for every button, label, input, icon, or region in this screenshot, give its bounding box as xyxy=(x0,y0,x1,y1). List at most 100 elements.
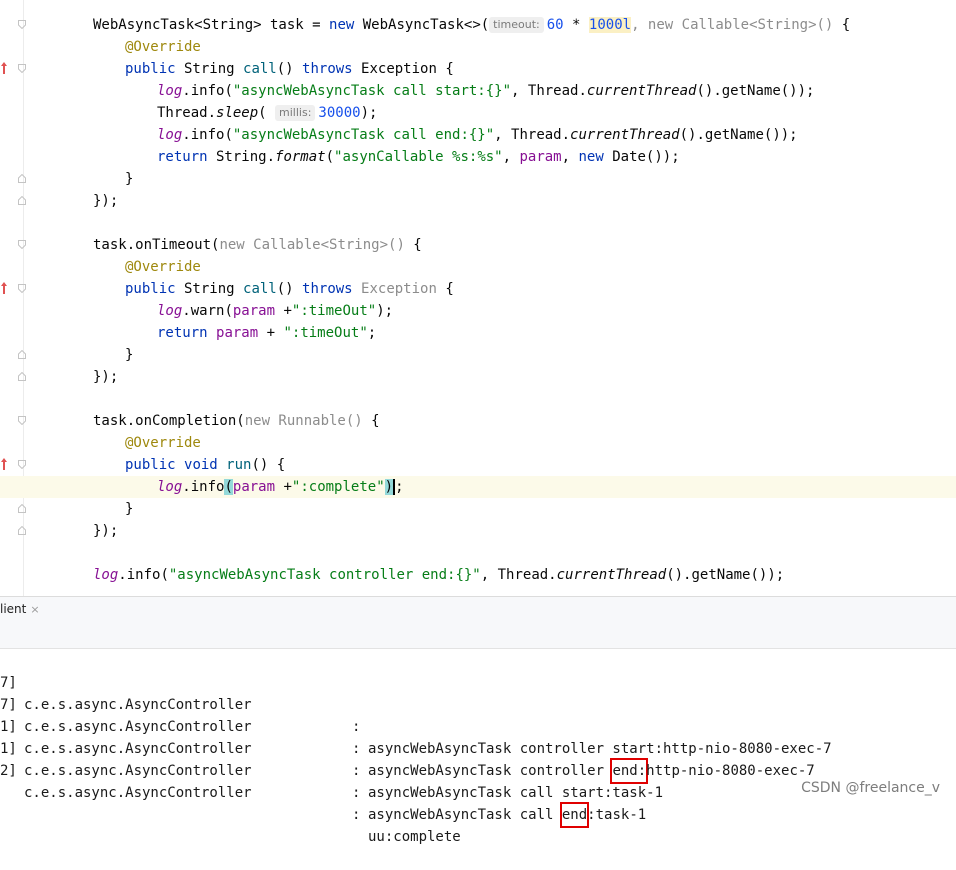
log-logger: c.e.s.async.AsyncController xyxy=(24,741,252,757)
fold-marker-icon[interactable] xyxy=(18,526,26,535)
fold-marker-icon[interactable] xyxy=(18,350,26,359)
annotation: @Override xyxy=(125,435,201,451)
code-line[interactable]: task.onTimeout(new Callable<String>() { xyxy=(0,234,956,256)
code-text: task.onTimeout( xyxy=(93,237,220,253)
fold-marker-icon[interactable] xyxy=(18,240,26,249)
code-line[interactable]: @Override xyxy=(0,36,956,58)
fold-marker-icon[interactable] xyxy=(18,64,26,73)
code-text: () xyxy=(276,61,303,77)
code-text: }); xyxy=(93,369,119,385)
code-line[interactable]: log.info("asyncWebAsyncTask call end:{}"… xyxy=(0,124,956,146)
keyword: void xyxy=(184,457,218,473)
code-text: WebAsyncTask<String> task = xyxy=(93,17,330,33)
fold-marker-icon[interactable] xyxy=(18,284,26,293)
code-text: .info( xyxy=(118,567,169,583)
matched-paren: ( xyxy=(224,479,233,495)
override-method-icon[interactable] xyxy=(0,456,8,472)
log-message-text: asyncWebAsyncTask controller xyxy=(368,763,613,779)
code-line[interactable]: log.info("asyncWebAsyncTask call start:{… xyxy=(0,80,956,102)
code-text: + xyxy=(275,303,292,319)
field-ref: log xyxy=(157,303,183,319)
fold-marker-icon[interactable] xyxy=(18,372,26,381)
fold-marker-icon[interactable] xyxy=(18,504,26,513)
code-text: ().getName()); xyxy=(679,127,798,143)
log-thread: 2] xyxy=(0,763,17,779)
matched-paren: ) xyxy=(384,479,394,495)
code-line[interactable]: @Override xyxy=(0,432,956,454)
code-line[interactable]: }); xyxy=(0,366,956,388)
method-name: run xyxy=(226,457,252,473)
field-ref: param xyxy=(216,325,259,341)
method-call: currentThread xyxy=(556,567,667,583)
code-line[interactable]: WebAsyncTask<String> task = new WebAsync… xyxy=(0,14,956,36)
fold-marker-icon[interactable] xyxy=(18,20,26,29)
code-line[interactable]: Thread.sleep( millis: 30000); xyxy=(0,102,956,124)
keyword: public xyxy=(125,61,176,77)
code-text: task.onCompletion( xyxy=(93,413,245,429)
log-separator: : xyxy=(352,741,361,757)
field-ref: log xyxy=(157,479,183,495)
keyword: public xyxy=(125,457,176,473)
keyword: new xyxy=(329,17,355,33)
tool-window-tab[interactable]: lient × xyxy=(0,597,46,624)
code-line[interactable]: log.info("asyncWebAsyncTask controller e… xyxy=(0,564,956,586)
code-line[interactable]: log.warn(param +":timeOut"); xyxy=(0,300,956,322)
code-text: new Runnable() xyxy=(244,413,363,429)
code-line[interactable]: } xyxy=(0,168,956,190)
code-text: * xyxy=(563,17,589,33)
code-text: ( xyxy=(258,105,276,121)
method-call: currentThread xyxy=(570,127,680,143)
code-line[interactable]: @Override xyxy=(0,256,956,278)
fold-marker-icon[interactable] xyxy=(18,416,26,425)
code-line[interactable]: } xyxy=(0,344,956,366)
code-line[interactable]: public String call() throws Exception { xyxy=(0,58,956,80)
code-editor[interactable]: WebAsyncTask<String> task = new WebAsync… xyxy=(0,0,956,596)
annotation: @Override xyxy=(125,39,201,55)
log-logger: c.e.s.async.AsyncController xyxy=(24,719,252,735)
current-code-line[interactable]: log.info(param +":complete"); xyxy=(0,476,956,498)
method-name: call xyxy=(243,281,277,297)
tool-window-toolbar xyxy=(0,622,956,649)
log-message-text: asyncWebAsyncTask call xyxy=(368,807,562,823)
keyword: public xyxy=(125,281,176,297)
override-method-icon[interactable] xyxy=(0,60,8,76)
log-line: 7] c.e.s.async.AsyncController : asyncWe… xyxy=(0,650,832,757)
code-line[interactable]: public String call() throws Exception { xyxy=(0,278,956,300)
close-icon[interactable]: × xyxy=(30,603,39,616)
code-line[interactable]: } xyxy=(0,498,956,520)
log-message: asyncWebAsyncTask controller end:http-ni… xyxy=(368,758,815,784)
code-text: , Thread. xyxy=(494,127,571,143)
annotation: @Override xyxy=(125,259,201,275)
code-text: , xyxy=(631,17,648,33)
code-line[interactable]: task.onCompletion(new Runnable() { xyxy=(0,410,956,432)
override-method-icon[interactable] xyxy=(0,280,8,296)
log-message: asyncWebAsyncTask call start:task-1 xyxy=(368,785,664,801)
log-logger: c.e.s.async.AsyncController xyxy=(24,785,252,801)
code-line[interactable]: }); xyxy=(0,520,956,542)
code-text: { xyxy=(404,237,422,253)
parameter-hint: timeout: xyxy=(489,17,544,33)
code-text: ().getName()); xyxy=(666,567,785,583)
number-literal: 60 xyxy=(546,17,564,33)
code-line[interactable]: public void run() { xyxy=(0,454,956,476)
code-text: Exception { xyxy=(352,61,454,77)
code-text: ; xyxy=(367,325,377,341)
fold-marker-icon[interactable] xyxy=(18,174,26,183)
method-call: format xyxy=(275,149,326,165)
code-line[interactable]: return String.format("asynCallable %s:%s… xyxy=(0,146,956,168)
code-line[interactable]: }); xyxy=(0,190,956,212)
code-text: , Thread. xyxy=(511,83,587,99)
code-line[interactable]: return param + ":timeOut"; xyxy=(0,322,956,344)
code-text: + xyxy=(275,479,292,495)
fold-marker-icon[interactable] xyxy=(18,460,26,469)
code-text: + xyxy=(258,325,284,341)
log-line: 1] c.e.s.async.AsyncController : asyncWe… xyxy=(0,716,646,828)
code-text: () xyxy=(276,281,303,297)
log-message: asyncWebAsyncTask controller start:http-… xyxy=(368,741,832,757)
highlight-box: end: xyxy=(610,758,649,784)
fold-marker-icon[interactable] xyxy=(18,196,26,205)
field-ref: param xyxy=(232,303,276,319)
code-text: , Thread. xyxy=(480,567,557,583)
log-separator: : xyxy=(352,807,361,823)
